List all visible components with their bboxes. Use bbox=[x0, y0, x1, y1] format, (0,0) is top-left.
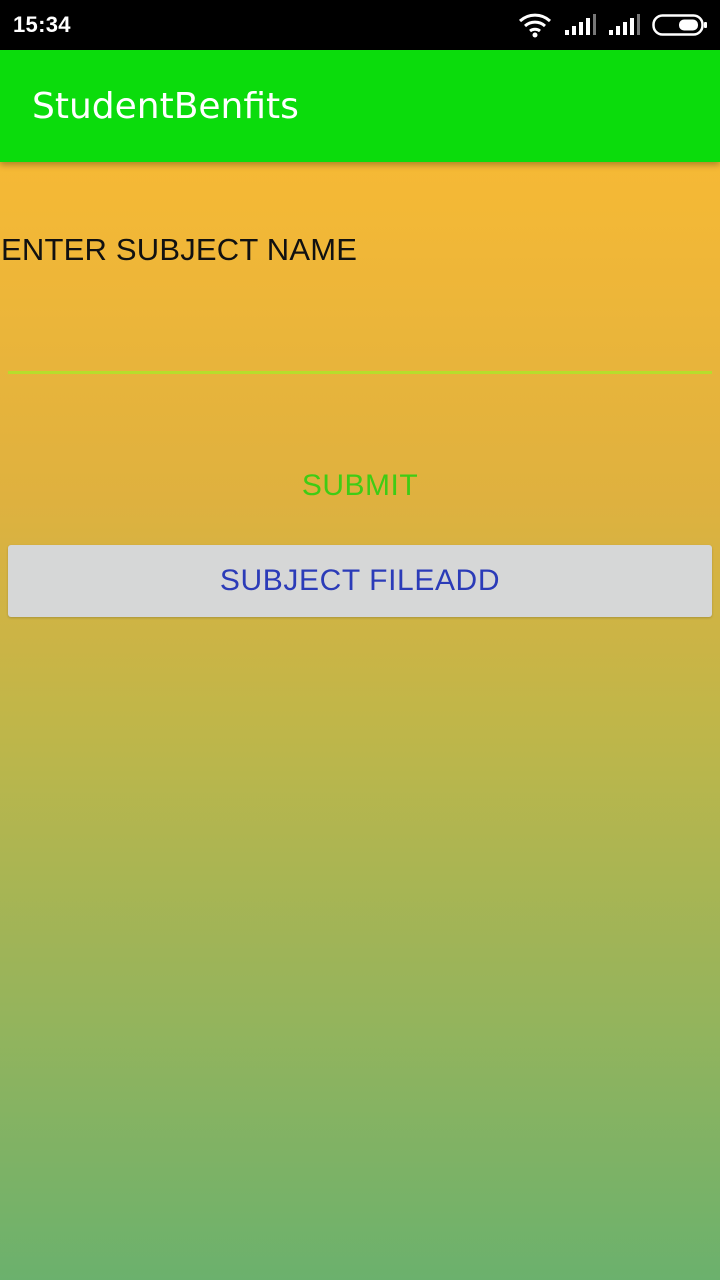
battery-icon bbox=[652, 13, 708, 37]
status-icons bbox=[518, 12, 708, 38]
app-title: StudentBenfits bbox=[32, 85, 299, 127]
wifi-icon bbox=[518, 12, 552, 38]
status-time: 15:34 bbox=[13, 12, 71, 37]
main-content: ENTER SUBJECT NAME SUBMIT SUBJECT FILEAD… bbox=[0, 162, 720, 1280]
subject-name-label: ENTER SUBJECT NAME bbox=[1, 232, 358, 267]
signal-icon bbox=[564, 14, 596, 36]
status-bar: 15:34 bbox=[0, 0, 720, 50]
submit-button[interactable]: SUBMIT bbox=[260, 458, 460, 514]
subject-fileadd-button[interactable]: SUBJECT FILEADD bbox=[8, 545, 712, 617]
signal-icon bbox=[608, 14, 640, 36]
app-bar: StudentBenfits bbox=[0, 50, 720, 162]
subject-name-input[interactable] bbox=[8, 312, 712, 374]
